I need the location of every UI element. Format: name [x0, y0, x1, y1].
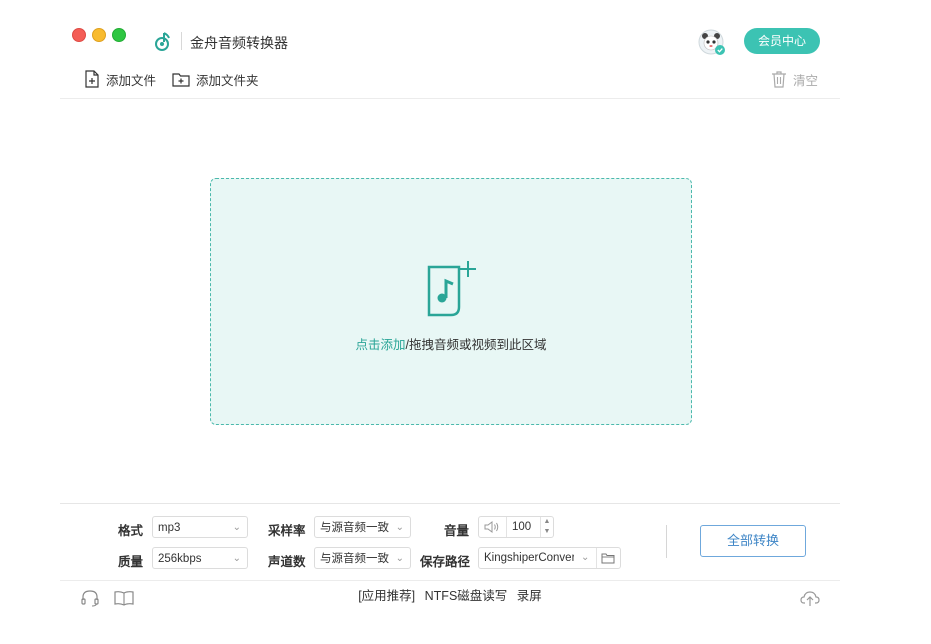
channels-value: 与源音频一致: [320, 553, 389, 565]
panel-divider: [666, 525, 667, 558]
savepath-divider: [596, 548, 597, 568]
samplerate-value: 与源音频一致: [320, 522, 389, 534]
add-file-button[interactable]: 添加文件: [84, 70, 156, 88]
chevron-down-icon: ⌄: [232, 553, 241, 564]
close-window-button[interactable]: [72, 28, 86, 42]
volume-divider: [506, 517, 507, 537]
format-select[interactable]: mp3 ⌄: [152, 516, 248, 538]
savepath-label: 保存路径: [420, 555, 471, 569]
volume-step-buttons[interactable]: ▲ ▼: [540, 517, 553, 537]
savepath-select[interactable]: KingshiperConver ⌄: [478, 547, 621, 569]
app-recommendations: [应用推荐] NTFS磁盘读写 录屏: [60, 581, 840, 611]
file-drop-zone[interactable]: 点击添加/拖拽音频或视频到此区域: [210, 178, 692, 425]
folder-open-icon[interactable]: [601, 552, 615, 564]
volume-label: 音量: [444, 524, 470, 538]
volume-value[interactable]: 100: [512, 517, 531, 537]
footer-bar: [应用推荐] NTFS磁盘读写 录屏: [60, 580, 840, 615]
drop-hint-text: /拖拽音频或视频到此区域: [405, 338, 547, 352]
chevron-down-icon: ⌄: [232, 522, 241, 533]
user-avatar-icon[interactable]: [697, 28, 725, 56]
chevron-up-icon[interactable]: ▲: [541, 517, 553, 527]
title-separator: [181, 32, 182, 50]
app-title: 金舟音频转换器: [190, 35, 288, 51]
vip-center-button[interactable]: 会员中心: [744, 28, 820, 54]
format-value: mp3: [158, 522, 181, 534]
click-to-add-link[interactable]: 点击添加: [356, 338, 406, 352]
add-folder-label: 添加文件夹: [196, 73, 259, 88]
add-folder-icon: [172, 73, 190, 87]
quality-value: 256kbps: [158, 553, 202, 565]
add-file-label: 添加文件: [106, 73, 157, 88]
zoom-window-button[interactable]: [112, 28, 126, 42]
speaker-icon: [484, 521, 499, 533]
samplerate-select[interactable]: 与源音频一致 ⌄: [314, 516, 411, 538]
quality-select[interactable]: 256kbps ⌄: [152, 547, 248, 569]
app-logo-icon: [155, 32, 170, 51]
chevron-down-icon: ⌄: [395, 522, 404, 533]
add-folder-button[interactable]: 添加文件夹: [172, 70, 259, 88]
app-window: 金舟音频转换器 会员中心 添加文件 添加文件夹 清空 点击添加/拖拽音频或视频到…: [60, 14, 840, 614]
cloud-upload-icon[interactable]: [800, 589, 820, 607]
chevron-down-icon: ⌄: [395, 553, 404, 564]
screen-record-link[interactable]: 录屏: [517, 589, 542, 603]
chevron-down-icon[interactable]: ▼: [541, 527, 553, 537]
minimize-window-button[interactable]: [92, 28, 106, 42]
clear-label: 清空: [793, 73, 819, 88]
add-audio-icon: [427, 261, 476, 317]
add-file-icon: [85, 70, 99, 88]
output-settings: 格式 mp3 ⌄ 质量 256kbps ⌄ 采样率 与源音频一致 ⌄ 声道数 与…: [60, 503, 840, 581]
format-label: 格式: [118, 524, 144, 538]
trash-icon: [772, 71, 786, 88]
ntfs-link[interactable]: NTFS磁盘读写: [425, 589, 508, 603]
title-bar: 金舟音频转换器 会员中心: [60, 14, 840, 60]
volume-stepper[interactable]: 100 ▲ ▼: [478, 516, 554, 538]
samplerate-label: 采样率: [268, 524, 306, 538]
channels-label: 声道数: [268, 555, 306, 569]
drop-hint: 点击添加/拖拽音频或视频到此区域: [211, 334, 691, 353]
toolbar: 添加文件 添加文件夹 清空: [60, 60, 840, 99]
recommend-label: [应用推荐]: [358, 589, 416, 603]
quality-label: 质量: [118, 555, 144, 569]
clear-button[interactable]: 清空: [771, 70, 818, 88]
convert-all-button[interactable]: 全部转换: [700, 525, 806, 557]
channels-select[interactable]: 与源音频一致 ⌄: [314, 547, 411, 569]
savepath-value: KingshiperConver: [484, 552, 574, 564]
chevron-down-icon[interactable]: ⌄: [581, 548, 589, 568]
